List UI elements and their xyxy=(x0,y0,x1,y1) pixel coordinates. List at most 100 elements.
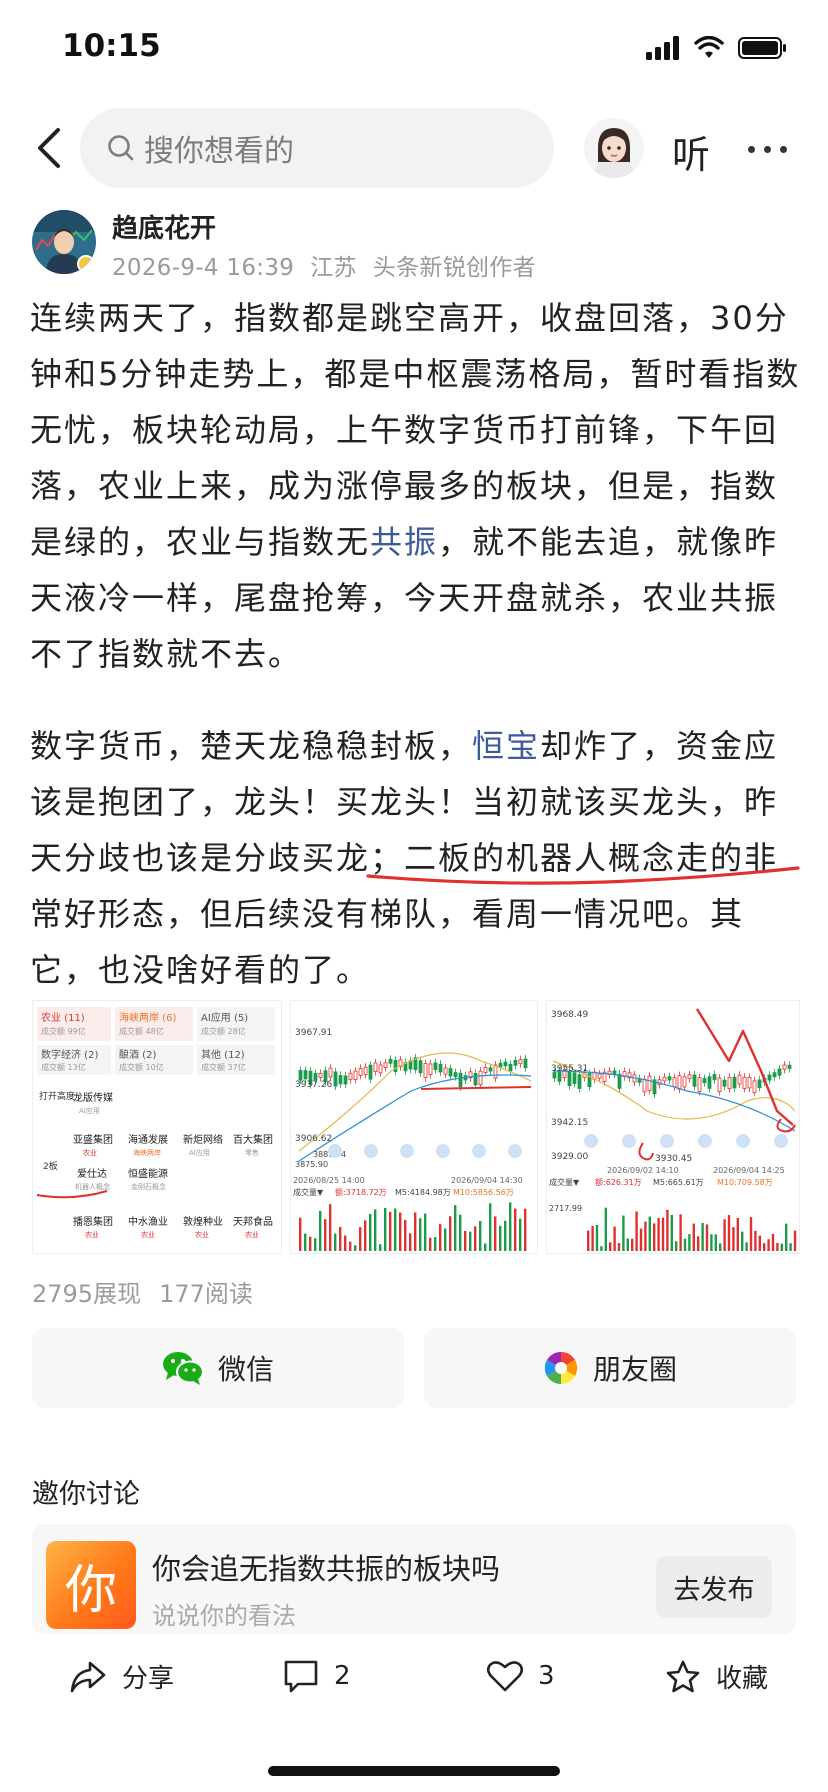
candle-body xyxy=(358,1067,363,1076)
stock-9-tag: 农业 xyxy=(195,1230,209,1239)
volume-bar xyxy=(349,1241,352,1251)
candle-body xyxy=(353,1070,358,1080)
volume-bar xyxy=(661,1217,665,1251)
author-avatar-illustration-icon xyxy=(32,210,96,274)
volume-bar xyxy=(479,1220,482,1251)
more-options-icon[interactable] xyxy=(748,146,787,153)
volume-bar xyxy=(399,1212,402,1251)
volume-bar xyxy=(499,1225,502,1251)
volume-bar xyxy=(622,1215,625,1251)
candle-body xyxy=(513,1059,518,1066)
moments-label: 朋友圈 xyxy=(592,1353,677,1386)
candle-body xyxy=(572,1072,577,1084)
candle-body xyxy=(647,1075,652,1091)
red-mark-line xyxy=(36,1190,108,1199)
battery-icon xyxy=(738,37,786,59)
red-trend-stroke xyxy=(695,1008,794,1126)
volume-bar xyxy=(670,1214,673,1251)
candle-body xyxy=(328,1067,333,1078)
volume-bar xyxy=(679,1214,682,1251)
comment-action[interactable]: 2 xyxy=(282,1658,351,1694)
volume-bar xyxy=(635,1211,638,1251)
volume-bar xyxy=(354,1245,357,1251)
candle-body xyxy=(488,1067,493,1072)
avatar-illustration-icon xyxy=(584,118,644,178)
tag-4-sub: 成交额 10亿 xyxy=(119,1062,164,1072)
volume-bar xyxy=(384,1208,387,1251)
discussion-input-placeholder[interactable]: 说说你的看法 xyxy=(152,1596,296,1631)
candle-body xyxy=(348,1072,353,1081)
candle-body xyxy=(577,1074,582,1089)
stock-8: 中水渔业 xyxy=(128,1215,168,1228)
candle-body xyxy=(612,1070,617,1075)
volume-bar xyxy=(424,1213,427,1251)
volume-bar xyxy=(732,1227,735,1251)
back-arrow-icon[interactable] xyxy=(30,120,70,176)
volume-bar xyxy=(705,1224,709,1251)
volume-bar xyxy=(299,1217,302,1251)
candle-body xyxy=(717,1077,722,1093)
volume-bar xyxy=(519,1218,522,1251)
article-image-1[interactable]: 农业 (11) 成交额 99亿 海峡两岸 (6) 成交额 48亿 AI应用 (5… xyxy=(32,1000,282,1254)
volume-bar xyxy=(749,1217,753,1251)
candle-body xyxy=(518,1059,523,1065)
candle-body xyxy=(363,1066,368,1075)
candle-body xyxy=(343,1075,348,1085)
stock-3-tag: AI应用 xyxy=(189,1148,210,1157)
stock-0: 龙版传媒 xyxy=(73,1091,113,1104)
volume-bar xyxy=(780,1243,783,1251)
share-action[interactable]: 分享 xyxy=(68,1658,174,1695)
search-icon xyxy=(108,135,134,161)
kline-chart-2: 3968.49 3955.31 3942.15 3929.00 3930.45 … xyxy=(549,1008,797,1251)
candle-body xyxy=(498,1062,503,1068)
date-left: 2026/08/25 14:00 xyxy=(293,1176,365,1185)
volume-bar xyxy=(484,1243,487,1251)
view-stats: 2795展现 177阅读 xyxy=(32,1274,271,1309)
article-image-2[interactable]: 3967.91 3937.26 3906.62 3881.74 3875.90 … xyxy=(290,1000,538,1254)
user-avatar[interactable] xyxy=(584,118,644,178)
discussion-question[interactable]: 你会追无指数共振的板块吗 xyxy=(152,1546,500,1588)
keyword-link-gongzhen[interactable]: 共振 xyxy=(370,523,438,561)
share-moments-button[interactable]: 朋友圈 xyxy=(424,1328,796,1408)
candle-body xyxy=(712,1074,717,1081)
article-image-3[interactable]: 3968.49 3955.31 3942.15 3929.00 3930.45 … xyxy=(546,1000,800,1254)
kline-chart-1: 3967.91 3937.26 3906.62 3881.74 3875.90 … xyxy=(291,1001,537,1251)
favorite-action[interactable]: 收藏 xyxy=(664,1658,768,1695)
candle-body xyxy=(423,1063,428,1079)
tag-2-sub: 成交额 28亿 xyxy=(201,1026,246,1036)
volume-bar xyxy=(688,1234,691,1251)
candle-body xyxy=(418,1060,423,1074)
ma10-value: M10:5856.56万 xyxy=(453,1188,514,1197)
publish-button[interactable]: 去发布 xyxy=(656,1556,772,1618)
author-name[interactable]: 趋底花开 xyxy=(112,208,216,245)
price-4: 3875.90 xyxy=(295,1160,328,1169)
search-bar[interactable]: 搜你想看的 xyxy=(80,108,554,188)
status-icons xyxy=(646,36,788,60)
like-action[interactable]: 3 xyxy=(486,1658,555,1694)
paragraph-text: 常好形态，但后续没有梯队，看周一情况吧。其它，也没啥好看的了。 xyxy=(30,895,745,989)
volume-bar xyxy=(758,1235,761,1251)
listen-button[interactable]: 听 xyxy=(672,124,710,179)
volume-bar xyxy=(374,1209,377,1251)
price-3: 3929.00 xyxy=(551,1152,588,1162)
volume-bar xyxy=(319,1210,322,1251)
wechat-icon xyxy=(162,1352,204,1385)
volume-bar xyxy=(419,1218,422,1251)
reads-count: 177阅读 xyxy=(159,1280,253,1308)
star-icon xyxy=(666,1660,700,1692)
volume-bar xyxy=(324,1219,327,1251)
like-count: 3 xyxy=(538,1661,555,1691)
volume-bar xyxy=(444,1228,447,1251)
volume-bar xyxy=(600,1246,603,1251)
volume-bar xyxy=(710,1234,713,1251)
candle-body xyxy=(672,1077,677,1088)
tag-5-sub: 成交额 37亿 xyxy=(201,1062,246,1072)
stock-4: 百大集团 xyxy=(233,1133,273,1146)
volume-bar xyxy=(329,1204,332,1251)
volume-bar xyxy=(309,1236,312,1251)
keyword-link-hengbao[interactable]: 恒宝 xyxy=(472,727,540,765)
author-avatar[interactable] xyxy=(32,210,96,274)
comment-icon xyxy=(284,1660,318,1693)
volume-bar xyxy=(767,1239,770,1251)
share-wechat-button[interactable]: 微信 xyxy=(32,1328,404,1408)
